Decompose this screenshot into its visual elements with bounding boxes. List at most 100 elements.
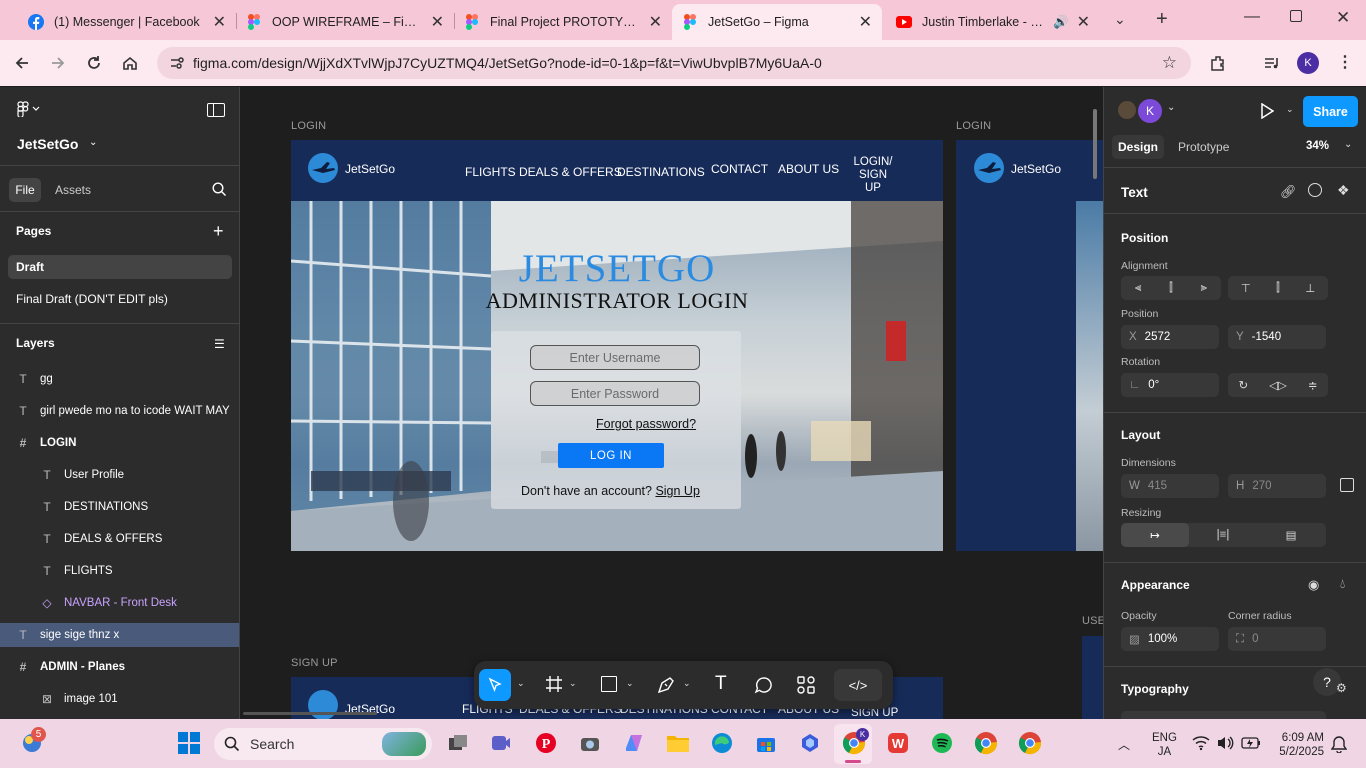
copilot-icon[interactable]: [620, 729, 648, 757]
rectangle-tool-icon[interactable]: [601, 676, 617, 692]
close-tab-icon[interactable]: ✕: [431, 12, 444, 32]
text-tool-icon[interactable]: T: [715, 673, 727, 695]
figma-menu-icon[interactable]: [17, 101, 41, 117]
align-center-h-icon[interactable]: ⫿: [1169, 282, 1173, 295]
layer-item[interactable]: T FLIGHTS: [0, 555, 239, 587]
flip-horizontal-icon[interactable]: ◁▷: [1269, 378, 1287, 392]
tab-file[interactable]: File: [9, 178, 41, 202]
layer-item-component[interactable]: ◇ NAVBAR - Front Desk: [0, 587, 239, 619]
tab-oop-wireframe[interactable]: OOP WIREFRAME – Figma ✕: [236, 4, 454, 40]
minimize-icon[interactable]: —: [1244, 8, 1260, 26]
fixed-size-icon[interactable]: ▤: [1257, 523, 1325, 547]
eye-icon[interactable]: ◉: [1308, 577, 1319, 593]
chrome-profile-2-icon[interactable]: [972, 729, 1000, 757]
teams-meet-icon[interactable]: [487, 729, 515, 757]
typography-settings-icon[interactable]: ⚙︎: [1336, 681, 1347, 695]
align-top-icon[interactable]: ⊤: [1241, 281, 1251, 295]
flip-vertical-icon[interactable]: ≑: [1308, 378, 1318, 392]
wps-office-icon[interactable]: W: [884, 729, 912, 757]
width-input[interactable]: W 415: [1121, 474, 1219, 498]
move-tool-icon[interactable]: [479, 669, 511, 701]
x-position-input[interactable]: X 2572: [1121, 325, 1219, 349]
forward-arrow-icon[interactable]: [46, 51, 70, 75]
volume-icon[interactable]: [1216, 735, 1234, 751]
forgot-password-link[interactable]: Forgot password?: [596, 417, 696, 431]
close-window-icon[interactable]: ✕: [1336, 8, 1350, 28]
task-view-icon[interactable]: [444, 729, 472, 757]
layer-item[interactable]: T User Profile: [0, 459, 239, 491]
link-icon[interactable]: 🔗︎: [1280, 184, 1297, 200]
opacity-input[interactable]: ▨ 100%: [1121, 627, 1219, 651]
user-frame-partial[interactable]: [1082, 636, 1103, 719]
tab-final-project[interactable]: Final Project PROTOTYPE – F ✕: [454, 4, 672, 40]
tab-design[interactable]: Design: [1112, 135, 1164, 159]
nav-link-flights[interactable]: FLIGHTS: [465, 165, 516, 179]
more-menu-icon[interactable]: ⋮: [1337, 52, 1353, 72]
align-right-icon[interactable]: ⫸: [1201, 282, 1208, 295]
user-avatar[interactable]: K: [1138, 99, 1162, 123]
style-icon[interactable]: [1308, 183, 1322, 197]
tab-prototype[interactable]: Prototype: [1178, 140, 1229, 154]
site-info-icon[interactable]: [169, 55, 185, 71]
figma-canvas[interactable]: LOGIN LOGIN JetSetGo FLIGHTS DEALS & OFF…: [241, 87, 1103, 719]
file-explorer-icon[interactable]: [664, 729, 692, 757]
frame-label-signup[interactable]: SIGN UP: [291, 657, 338, 669]
new-tab-plus-icon[interactable]: +: [1156, 8, 1168, 31]
align-middle-icon[interactable]: ⫿: [1276, 282, 1280, 295]
reload-icon[interactable]: [82, 51, 106, 75]
battery-icon[interactable]: [1241, 737, 1261, 749]
close-tab-icon[interactable]: ✕: [1077, 12, 1090, 32]
layer-item-selected[interactable]: Tsige sige thnz x: [0, 623, 239, 647]
nav-link-about[interactable]: ABOUT US: [778, 162, 839, 176]
bookmark-star-icon[interactable]: ☆: [1162, 53, 1177, 73]
tab-assets[interactable]: Assets: [55, 183, 91, 197]
wifi-icon[interactable]: [1192, 735, 1210, 751]
align-left-icon[interactable]: ⫷: [1135, 282, 1142, 295]
chevron-down-icon[interactable]: ⌄: [626, 678, 634, 689]
tab-search-chevron-icon[interactable]: ⌄: [1114, 11, 1126, 28]
tab-messenger[interactable]: (1) Messenger | Facebook ✕: [18, 4, 236, 40]
photos-app-icon[interactable]: [796, 729, 824, 757]
layer-item-frame[interactable]: # ADMIN - Planes: [0, 651, 239, 683]
layer-item[interactable]: Tgirl pwede mo na to icode WAIT MAY: [0, 395, 239, 427]
camera-icon[interactable]: [576, 729, 604, 757]
profile-avatar[interactable]: K: [1297, 52, 1319, 74]
font-family-select[interactable]: [1121, 711, 1326, 719]
chevron-down-icon[interactable]: ⌄: [517, 678, 525, 689]
frame-label-login-2[interactable]: LOGIN: [956, 120, 991, 132]
layer-item[interactable]: T DEALS & OFFERS: [0, 523, 239, 555]
password-input[interactable]: Enter Password: [530, 381, 700, 406]
share-button[interactable]: Share: [1303, 96, 1358, 127]
frame-label-login[interactable]: LOGIN: [291, 120, 326, 132]
auto-height-icon[interactable]: |≡|: [1189, 523, 1257, 547]
component-icon[interactable]: ❖: [1337, 182, 1350, 199]
chevron-down-icon[interactable]: ⌄: [683, 678, 691, 689]
layer-item-frame[interactable]: # LOGIN: [0, 427, 239, 459]
spotify-icon[interactable]: [928, 729, 956, 757]
horizontal-scrollbar[interactable]: [243, 712, 377, 715]
collaborator-avatar[interactable]: [1116, 99, 1138, 121]
canvas-scrollbar[interactable]: [1093, 109, 1097, 179]
speaker-icon[interactable]: 🔊: [1053, 15, 1069, 30]
comment-tool-icon[interactable]: [754, 675, 774, 695]
clock[interactable]: 6:09 AM 5/2/2025: [1272, 731, 1324, 759]
login-frame[interactable]: JetSetGo FLIGHTS DEALS & OFFERS DESTINAT…: [291, 140, 943, 551]
present-play-icon[interactable]: [1260, 103, 1274, 119]
chevron-down-icon[interactable]: ⌄: [569, 678, 577, 689]
nav-link-contact[interactable]: CONTACT: [711, 162, 768, 176]
language-indicator[interactable]: ENG JA: [1152, 731, 1177, 759]
y-position-input[interactable]: Y -1540: [1228, 325, 1326, 349]
chevron-down-icon[interactable]: ⌄: [89, 137, 97, 148]
chevron-down-icon[interactable]: ⌄: [1286, 104, 1294, 115]
edge-icon[interactable]: [708, 729, 736, 757]
start-windows-icon[interactable]: [175, 729, 203, 757]
maximize-icon[interactable]: [1290, 10, 1302, 22]
page-item-final-draft[interactable]: Final Draft (DON'T EDIT pls): [16, 292, 168, 306]
close-tab-icon[interactable]: ✕: [859, 12, 872, 32]
chevron-down-icon[interactable]: ⌄: [1344, 139, 1352, 150]
chrome-profile-3-icon[interactable]: [1016, 729, 1044, 757]
frame-tool-icon[interactable]: [545, 675, 563, 693]
page-item-draft[interactable]: Draft: [16, 260, 44, 274]
collapse-layers-icon[interactable]: ☰: [214, 337, 225, 351]
layer-item[interactable]: Tgg: [0, 363, 239, 395]
